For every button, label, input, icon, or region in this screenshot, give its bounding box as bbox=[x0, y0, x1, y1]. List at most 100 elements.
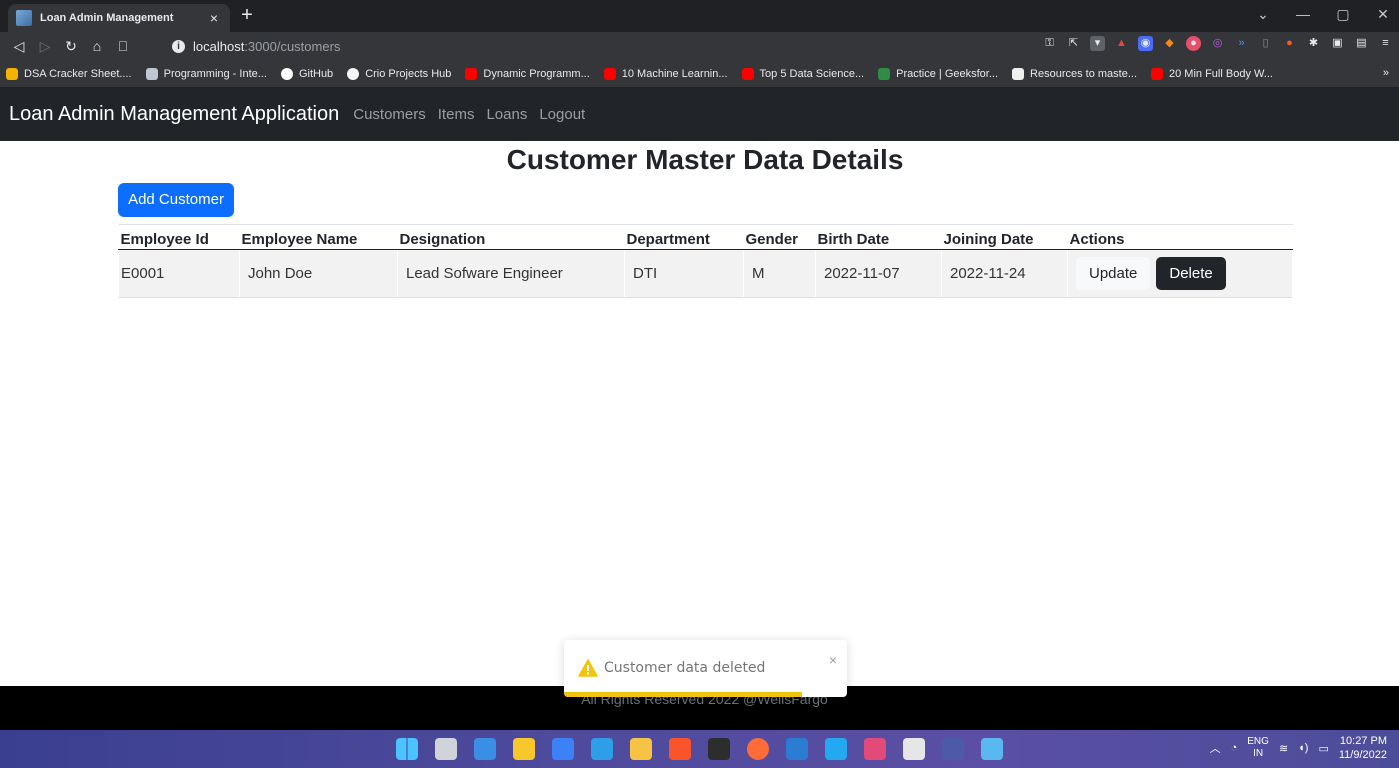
extension-red-icon[interactable]: ● bbox=[1186, 36, 1201, 51]
warning-icon bbox=[578, 659, 598, 677]
language-indicator[interactable]: ENG IN bbox=[1247, 736, 1269, 760]
sticky-notes-icon[interactable] bbox=[513, 738, 535, 760]
back-icon[interactable]: ◁ bbox=[6, 38, 32, 55]
vscode-icon[interactable] bbox=[825, 738, 847, 760]
info-icon[interactable]: i bbox=[172, 39, 185, 53]
task-view-icon[interactable] bbox=[435, 738, 457, 760]
bookmark-item[interactable]: Resources to maste... bbox=[1012, 67, 1138, 80]
minimize-icon[interactable]: — bbox=[1295, 6, 1311, 23]
restore-icon[interactable]: ▢ bbox=[1335, 6, 1351, 23]
bookmark-item[interactable]: Top 5 Data Science... bbox=[741, 67, 864, 80]
brave-shield-icon[interactable]: ▾ bbox=[1090, 36, 1105, 51]
nav-link-items[interactable]: Items bbox=[438, 106, 475, 123]
cell-joining-date: 2022-11-24 bbox=[941, 249, 1068, 298]
bookmark-item[interactable]: Programming - Inte... bbox=[145, 67, 267, 80]
delete-button[interactable]: Delete bbox=[1156, 257, 1226, 290]
column-header: Employee Name bbox=[239, 224, 398, 250]
cell-gender: M bbox=[743, 249, 816, 298]
volume-icon[interactable]: ◖) bbox=[1298, 742, 1308, 754]
photos-icon[interactable] bbox=[981, 738, 1003, 760]
bookmark-item[interactable]: 20 Min Full Body W... bbox=[1151, 67, 1273, 80]
extension-purple-icon[interactable]: ◎ bbox=[1210, 36, 1225, 51]
bookmark-favicon-icon bbox=[347, 67, 360, 80]
nav-link-loans[interactable]: Loans bbox=[486, 106, 527, 123]
column-header: Department bbox=[624, 224, 744, 250]
bookmark-item[interactable]: 10 Machine Learnin... bbox=[603, 67, 728, 80]
extensions-puzzle-icon[interactable]: ✱ bbox=[1306, 36, 1321, 51]
notepad-icon[interactable] bbox=[903, 738, 925, 760]
extension-blue-icon[interactable]: » bbox=[1234, 36, 1249, 51]
menu-icon[interactable]: ≡ bbox=[1378, 36, 1393, 51]
new-tab-button[interactable]: + bbox=[236, 5, 258, 27]
brave-rewards-icon[interactable]: ▲ bbox=[1114, 36, 1129, 51]
bookmark-item[interactable]: DSA Cracker Sheet.... bbox=[6, 67, 132, 80]
table-header-row: Employee Id Employee Name Designation De… bbox=[118, 224, 1293, 250]
update-button[interactable]: Update bbox=[1076, 257, 1151, 290]
tab-search-icon[interactable]: ⌄ bbox=[1255, 6, 1271, 23]
reload-icon[interactable]: ↻ bbox=[58, 38, 84, 55]
clock-date: 11/9/2022 bbox=[1338, 749, 1387, 761]
toast-message: Customer data deleted bbox=[604, 660, 766, 676]
extension-orange-icon[interactable]: ● bbox=[1282, 36, 1297, 51]
bookmark-label: GitHub bbox=[298, 67, 334, 80]
clock[interactable]: 10:27 PM 11/9/2022 bbox=[1339, 734, 1387, 762]
bookmark-label: Resources to maste... bbox=[1030, 67, 1138, 80]
key-icon[interactable]: ⚿ bbox=[1042, 36, 1057, 51]
file-explorer-icon[interactable] bbox=[630, 738, 652, 760]
toast-progress-bar bbox=[564, 692, 802, 697]
app-brand[interactable]: Loan Admin Management Application bbox=[9, 103, 339, 126]
toast-notification[interactable]: Customer data deleted × bbox=[564, 640, 847, 697]
word-icon[interactable] bbox=[786, 738, 808, 760]
tab-close-icon[interactable]: × bbox=[206, 10, 222, 26]
column-header: Actions bbox=[1067, 224, 1293, 250]
nav-link-customers[interactable]: Customers bbox=[353, 106, 426, 123]
share-icon[interactable]: ⇱ bbox=[1066, 36, 1081, 51]
metamask-icon[interactable]: ◆ bbox=[1162, 36, 1177, 51]
remote-desktop-icon[interactable] bbox=[591, 738, 613, 760]
start-icon[interactable] bbox=[396, 738, 418, 760]
terminal-icon[interactable] bbox=[708, 738, 730, 760]
sidebar-icon[interactable]: ▣ bbox=[1330, 36, 1345, 51]
copilot-icon[interactable]: ◔ bbox=[1231, 742, 1238, 754]
battery-icon[interactable]: ▭ bbox=[1318, 742, 1328, 755]
chevron-up-icon[interactable]: ︿ bbox=[1210, 740, 1221, 756]
toast-close-icon[interactable]: × bbox=[829, 652, 837, 668]
url-host: localhost bbox=[193, 38, 245, 54]
todo-icon[interactable] bbox=[552, 738, 574, 760]
site-favicon-icon bbox=[16, 10, 32, 26]
github-icon bbox=[280, 67, 293, 80]
cell-actions: Update Delete bbox=[1067, 249, 1293, 298]
nav-link-logout[interactable]: Logout bbox=[539, 106, 585, 123]
widgets-icon[interactable] bbox=[474, 738, 496, 760]
bookmark-item[interactable]: Crio Projects Hub bbox=[347, 67, 451, 80]
geeksforgeeks-icon bbox=[878, 67, 891, 80]
browser-tab[interactable]: Loan Admin Management × bbox=[8, 4, 230, 32]
close-window-icon[interactable]: ✕ bbox=[1375, 6, 1391, 23]
bookmark-label: DSA Cracker Sheet.... bbox=[24, 67, 132, 80]
bookmark-label: Practice | Geeksfor... bbox=[896, 67, 999, 80]
home-icon[interactable]: ⌂ bbox=[84, 38, 110, 54]
bookmark-label: Programming - Inte... bbox=[163, 67, 267, 80]
forward-icon[interactable]: ▷ bbox=[32, 38, 58, 55]
add-customer-button[interactable]: Add Customer bbox=[118, 183, 234, 217]
extension-icons: ⚿ ⇱ ▾ ▲ ◉ ◆ ● ◎ » ▯ ● ✱ ▣ ▤ ≡ bbox=[1042, 36, 1393, 51]
address-bar[interactable]: i localhost:3000/customers bbox=[166, 34, 776, 58]
bookmark-item[interactable]: GitHub bbox=[280, 67, 334, 80]
region-code: IN bbox=[1253, 748, 1264, 759]
bookmark-item[interactable]: Practice | Geeksfor... bbox=[878, 67, 999, 80]
extension-camera-icon[interactable]: ◉ bbox=[1138, 36, 1153, 51]
postman-icon[interactable] bbox=[747, 738, 769, 760]
brave-browser-icon[interactable] bbox=[669, 738, 691, 760]
bookmark-item[interactable]: Dynamic Programm... bbox=[465, 67, 590, 80]
extension-grey-icon[interactable]: ▯ bbox=[1258, 36, 1273, 51]
column-header: Joining Date bbox=[941, 224, 1068, 250]
wifi-icon[interactable]: ≋ bbox=[1279, 742, 1288, 755]
page-title: Customer Master Data Details bbox=[506, 144, 904, 175]
snipping-tool-icon[interactable] bbox=[942, 738, 964, 760]
wallet-icon[interactable]: ▤ bbox=[1354, 36, 1369, 51]
bookmark-icon[interactable]: ⎕ bbox=[110, 38, 136, 55]
cell-designation: Lead Sofware Engineer bbox=[397, 249, 625, 298]
bookmarks-overflow-icon[interactable]: » bbox=[1383, 67, 1389, 79]
intellij-icon[interactable] bbox=[864, 738, 886, 760]
bookmark-favicon-icon bbox=[6, 67, 18, 80]
